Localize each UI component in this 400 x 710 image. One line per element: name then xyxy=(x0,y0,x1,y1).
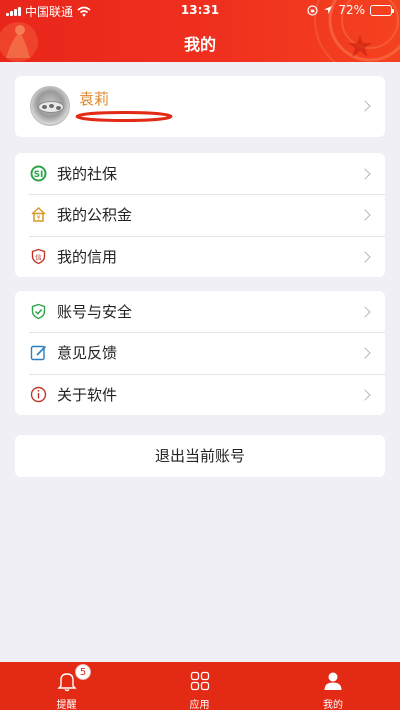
redaction-mark xyxy=(75,111,173,122)
chevron-right-icon xyxy=(359,168,371,180)
profile-card[interactable]: 袁莉 xyxy=(15,76,385,137)
social-security-icon: SI xyxy=(30,165,47,182)
chevron-right-icon xyxy=(359,306,371,318)
info-icon xyxy=(30,386,47,402)
status-bar: 中国联通 13:31 72% xyxy=(0,0,400,20)
page-title: 我的 xyxy=(183,35,216,54)
chevron-right-icon xyxy=(359,388,371,401)
tab-apps[interactable]: 应用 xyxy=(133,662,266,710)
tab-mine[interactable]: 我的 xyxy=(266,662,400,710)
menu-item-credit[interactable]: 信 我的信用 xyxy=(15,235,385,277)
tab-bar: 5 提醒 应用 我的 xyxy=(0,662,400,710)
menu-group-services: SI 我的社保 ¥ 我的公积金 信 我的信用 xyxy=(15,153,385,277)
menu-item-label: 我的社保 xyxy=(57,165,118,184)
tab-reminders[interactable]: 5 提醒 xyxy=(0,662,133,710)
avatar xyxy=(30,86,70,126)
menu-item-account-security[interactable]: 账号与安全 xyxy=(15,291,385,332)
svg-text:信: 信 xyxy=(35,252,42,261)
security-shield-icon xyxy=(31,303,46,320)
svg-text:¥: ¥ xyxy=(37,215,41,222)
menu-item-label: 关于软件 xyxy=(57,385,118,404)
tab-label: 应用 xyxy=(189,700,210,710)
chevron-right-icon xyxy=(359,100,371,112)
user-icon xyxy=(324,672,342,690)
battery-icon xyxy=(370,4,394,16)
menu-item-social-security[interactable]: SI 我的社保 xyxy=(15,153,385,194)
menu-item-feedback[interactable]: 意见反馈 xyxy=(15,332,385,373)
feedback-edit-icon xyxy=(30,346,47,361)
menu-item-housing-fund[interactable]: ¥ 我的公积金 xyxy=(15,194,385,235)
profile-name: 袁莉 xyxy=(79,90,110,108)
menu-item-label: 我的信用 xyxy=(57,247,118,266)
notification-badge: 5 xyxy=(75,664,91,680)
orientation-lock-icon xyxy=(307,4,318,16)
menu-item-label: 账号与安全 xyxy=(57,303,133,322)
housing-fund-icon: ¥ xyxy=(31,207,46,223)
battery-percent: 72% xyxy=(338,3,365,17)
menu-group-settings: 账号与安全 意见反馈 关于软件 xyxy=(15,291,385,415)
chevron-right-icon xyxy=(359,250,371,263)
menu-item-label: 意见反馈 xyxy=(57,344,118,363)
chevron-right-icon xyxy=(359,347,371,359)
menu-item-label: 我的公积金 xyxy=(57,206,133,225)
credit-shield-icon: 信 xyxy=(31,248,46,264)
location-arrow-icon xyxy=(324,6,333,14)
tab-label: 提醒 xyxy=(56,700,77,710)
app-header: 中国联通 13:31 72% 我的 xyxy=(0,0,400,62)
logout-button[interactable]: 退出当前账号 xyxy=(15,435,385,477)
menu-item-about[interactable]: 关于软件 xyxy=(15,373,385,415)
apps-grid-icon xyxy=(190,671,209,691)
tab-label: 我的 xyxy=(323,700,343,710)
svg-text:SI: SI xyxy=(34,170,44,180)
chevron-right-icon xyxy=(359,209,371,221)
